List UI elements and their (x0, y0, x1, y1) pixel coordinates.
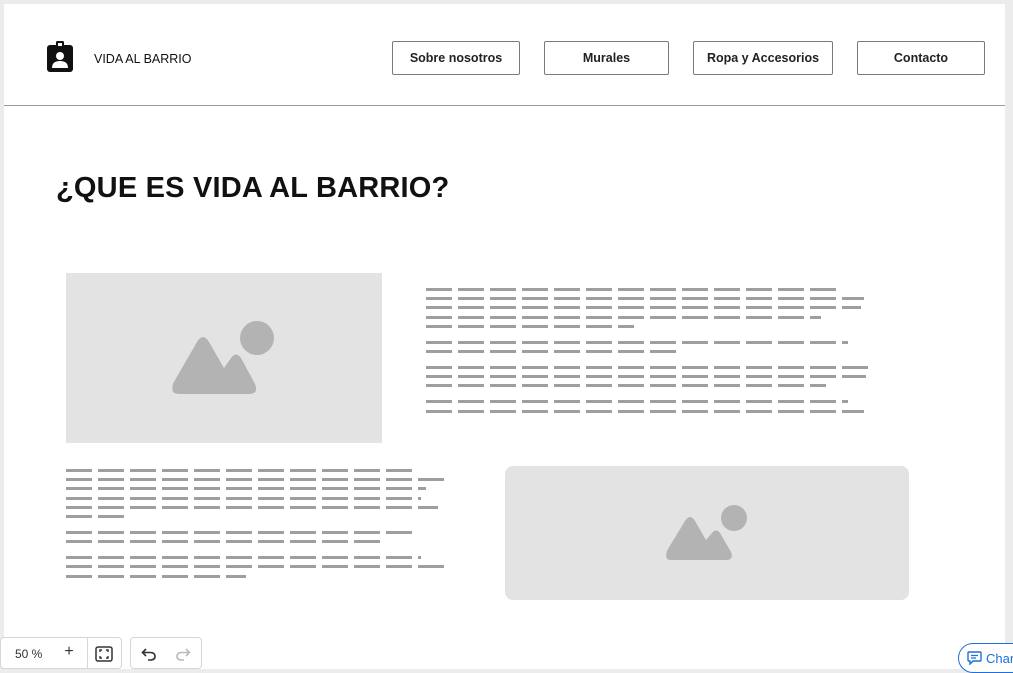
text-line (66, 514, 124, 518)
nav-sobre-nosotros-button[interactable]: Sobre nosotros (392, 41, 520, 75)
zoom-in-button[interactable]: + (61, 643, 77, 661)
image-placeholder-2 (505, 466, 909, 600)
text-line (66, 487, 426, 491)
brand-name: VIDA AL BARRIO (94, 52, 192, 66)
paragraph-placeholder-2 (66, 469, 451, 584)
redo-icon[interactable] (175, 646, 191, 662)
text-line (426, 306, 861, 310)
nav-contacto-button[interactable]: Contacto (857, 41, 985, 75)
undo-icon[interactable] (141, 646, 157, 662)
text-line (426, 297, 864, 301)
text-line (66, 505, 438, 509)
text-line (426, 340, 848, 344)
text-line (66, 574, 246, 578)
zoom-level[interactable]: 50 % (15, 647, 42, 661)
chat-bubble-icon (967, 651, 982, 665)
text-line (66, 469, 416, 472)
text-line (426, 349, 676, 353)
image-placeholder-icon (172, 321, 274, 394)
chat-label: Char (986, 650, 1013, 666)
toolbar-divider (87, 638, 88, 668)
text-line (426, 409, 864, 413)
text-line (426, 400, 848, 404)
text-line (426, 384, 826, 388)
zoom-toolbar: 50 % + (0, 637, 122, 669)
text-line (426, 324, 634, 328)
nav-murales-button[interactable]: Murales (544, 41, 669, 75)
text-line (66, 540, 386, 544)
badge-person-icon (47, 41, 73, 72)
text-line (66, 565, 448, 569)
nav-ropa-accesorios-button[interactable]: Ropa y Accesorios (693, 41, 833, 75)
site-header: VIDA AL BARRIO Sobre nosotros Murales Ro… (4, 4, 1005, 106)
wireframe-canvas: VIDA AL BARRIO Sobre nosotros Murales Ro… (4, 4, 1005, 669)
text-line (66, 478, 448, 482)
text-line (66, 530, 416, 534)
text-line (426, 288, 836, 291)
paragraph-placeholder-1 (426, 288, 871, 419)
page-title: ¿QUE ES VIDA AL BARRIO? (56, 172, 450, 204)
text-line (426, 315, 821, 319)
image-placeholder-1 (66, 273, 382, 443)
image-placeholder-icon (666, 505, 747, 560)
history-toolbar (130, 637, 202, 669)
text-line (426, 365, 869, 369)
fit-screen-icon[interactable] (95, 646, 113, 662)
text-line (66, 556, 421, 560)
text-line (66, 496, 421, 500)
text-line (426, 375, 866, 379)
